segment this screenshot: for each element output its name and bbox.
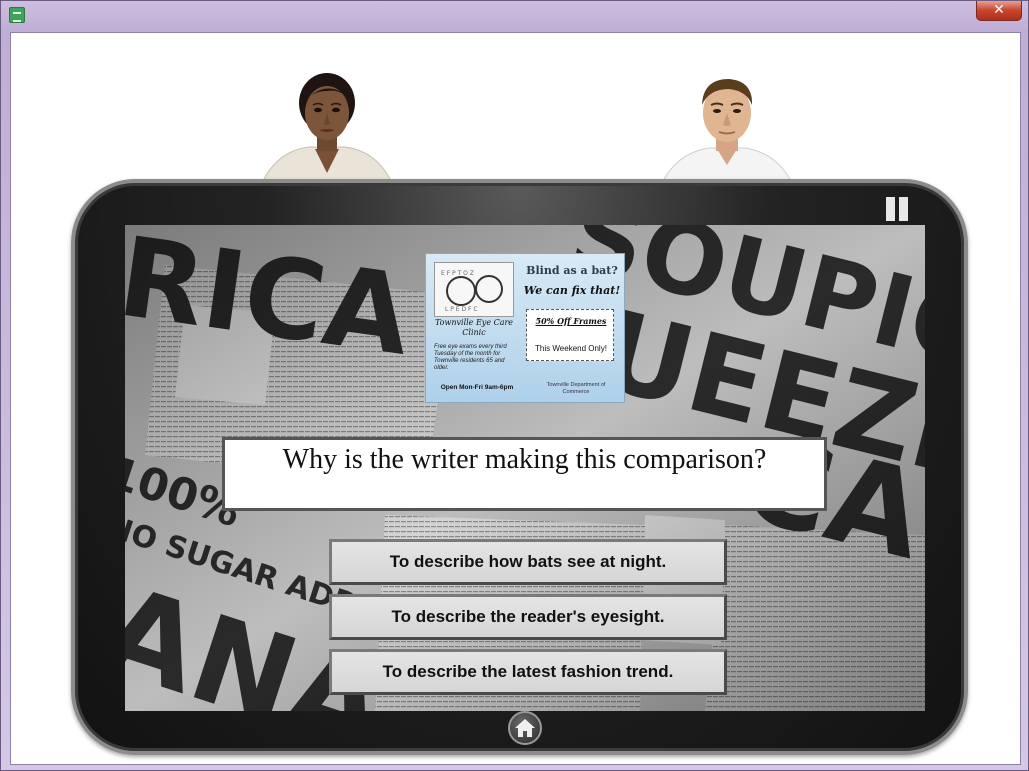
question-text: Why is the writer making this comparison…	[282, 444, 767, 475]
ad-headline: Blind as a bat?	[526, 264, 618, 277]
sale-text: 50% Off Frames	[535, 316, 607, 326]
svg-text:E F P T O Z: E F P T O Z	[441, 270, 474, 277]
answer-option-1[interactable]: To describe how bats see at night.	[329, 539, 727, 585]
clinic-hours: Open Mon-Fri 9am-6pm	[440, 384, 514, 391]
sale-box: 50% Off Frames This Weekend Only!	[526, 309, 614, 361]
department-credit: Townville Department of Commerce	[546, 382, 606, 395]
male-avatar	[647, 73, 807, 183]
svg-text:L P E D F C: L P E D F C	[445, 306, 478, 313]
tablet-screen: RICA SOUPICA UEEZE CA 100% NO SUGAR ADDE…	[125, 225, 925, 711]
application-window: ✕ E F P T O Z L P E D F C Townville Eye …	[0, 0, 1029, 771]
app-icon	[9, 7, 25, 23]
pause-icon-bar-left	[886, 197, 895, 221]
eye-chart-image: E F P T O Z L P E D F C	[434, 262, 514, 317]
eye-clinic-ad: E F P T O Z L P E D F C Townville Eye Ca…	[425, 253, 625, 403]
answer-option-3[interactable]: To describe the latest fashion trend.	[329, 649, 727, 695]
close-button[interactable]: ✕	[976, 1, 1022, 21]
ad-subheadline: We can fix that!	[523, 284, 621, 297]
pause-button[interactable]	[886, 197, 910, 223]
sale-period: This Weekend Only!	[535, 344, 607, 353]
title-bar[interactable]: ✕	[1, 1, 1029, 31]
home-icon	[515, 719, 535, 737]
clinic-name: Townville Eye Care Clinic	[434, 318, 514, 337]
tablet-frame: RICA SOUPICA UEEZE CA 100% NO SUGAR ADDE…	[71, 179, 968, 755]
clinic-description: Free eye exams every third Tuesday of th…	[434, 344, 507, 371]
app-content: RICA SOUPICA UEEZE CA 100% NO SUGAR ADDE…	[10, 32, 1021, 765]
female-avatar	[247, 73, 407, 183]
answer-option-2[interactable]: To describe the reader's eyesight.	[329, 594, 727, 640]
home-button[interactable]	[508, 711, 542, 745]
pause-icon-bar-right	[899, 197, 908, 221]
question-box: Why is the writer making this comparison…	[222, 437, 827, 511]
